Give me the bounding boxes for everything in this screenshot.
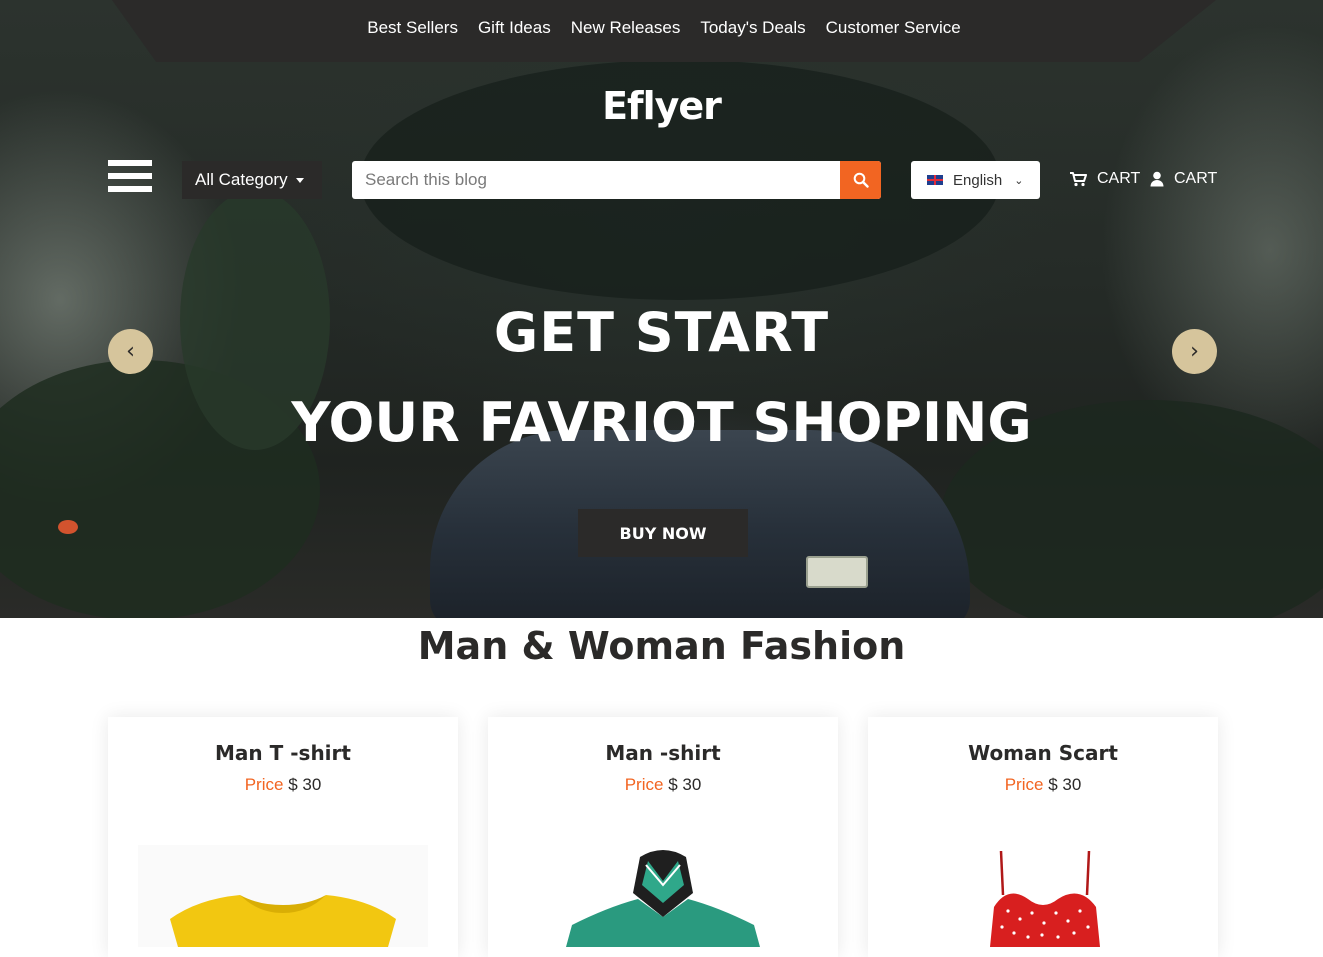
category-label: All Category bbox=[195, 170, 288, 189]
product-card[interactable]: Man -shirt Price $ 30 bbox=[488, 717, 838, 957]
hero-headline-2: YOUR FAVRIOT SHOPING bbox=[291, 391, 1032, 454]
license-plate-image bbox=[806, 556, 868, 588]
product-card[interactable]: Man T -shirt Price $ 30 bbox=[108, 717, 458, 957]
hamburger-icon[interactable] bbox=[108, 160, 152, 198]
product-name: Man -shirt bbox=[605, 741, 721, 765]
chevron-down-icon: ⌄ bbox=[1014, 174, 1024, 187]
product-card[interactable]: Woman Scart Price $ 30 bbox=[868, 717, 1218, 957]
product-name: Man T -shirt bbox=[215, 741, 351, 765]
flower-decoration bbox=[58, 520, 78, 534]
nav-best-sellers[interactable]: Best Sellers bbox=[367, 18, 458, 38]
search-bar bbox=[352, 161, 881, 199]
top-navigation: Best Sellers Gift Ideas New Releases Tod… bbox=[112, 0, 1216, 62]
account-link[interactable]: CART bbox=[1150, 166, 1217, 192]
nav-new-releases[interactable]: New Releases bbox=[571, 18, 681, 38]
price-label: Price bbox=[1004, 775, 1044, 794]
language-selector[interactable]: English ⌄ bbox=[911, 161, 1040, 199]
search-button[interactable] bbox=[840, 161, 881, 199]
red-dress-image bbox=[990, 850, 1100, 947]
hero-headline-1: GET START bbox=[493, 301, 830, 364]
price-value: $ 30 bbox=[668, 775, 702, 794]
product-price: Price $ 30 bbox=[868, 775, 1218, 795]
user-icon bbox=[1150, 171, 1164, 187]
price-value: $ 30 bbox=[288, 775, 322, 794]
section-title: Man & Woman Fashion bbox=[417, 624, 906, 668]
product-name: Woman Scart bbox=[968, 741, 1118, 765]
product-price: Price $ 30 bbox=[108, 775, 458, 795]
language-label: English bbox=[953, 171, 1003, 189]
product-price: Price $ 30 bbox=[488, 775, 838, 795]
account-label: CART bbox=[1174, 170, 1218, 187]
cart-icon bbox=[1070, 172, 1087, 187]
nav-todays-deals[interactable]: Today's Deals bbox=[700, 18, 805, 38]
search-icon bbox=[853, 172, 869, 188]
site-logo[interactable]: Eflyer bbox=[0, 84, 1323, 128]
category-dropdown[interactable]: All Category bbox=[182, 161, 322, 199]
price-label: Price bbox=[624, 775, 664, 794]
nav-gift-ideas[interactable]: Gift Ideas bbox=[478, 18, 551, 38]
cart-link[interactable]: CART bbox=[1069, 166, 1140, 192]
nav-customer-service[interactable]: Customer Service bbox=[826, 18, 961, 38]
flag-uk-icon bbox=[927, 175, 943, 185]
green-shirt-image bbox=[566, 850, 760, 947]
yellow-tshirt-image bbox=[138, 845, 428, 947]
hero-banner: Best Sellers Gift Ideas New Releases Tod… bbox=[0, 0, 1323, 618]
price-value: $ 30 bbox=[1048, 775, 1082, 794]
search-input[interactable] bbox=[352, 161, 840, 199]
buy-now-button[interactable]: BUY NOW bbox=[578, 509, 748, 557]
caret-down-icon bbox=[295, 177, 304, 183]
price-label: Price bbox=[244, 775, 284, 794]
cart-label: CART bbox=[1097, 170, 1141, 187]
